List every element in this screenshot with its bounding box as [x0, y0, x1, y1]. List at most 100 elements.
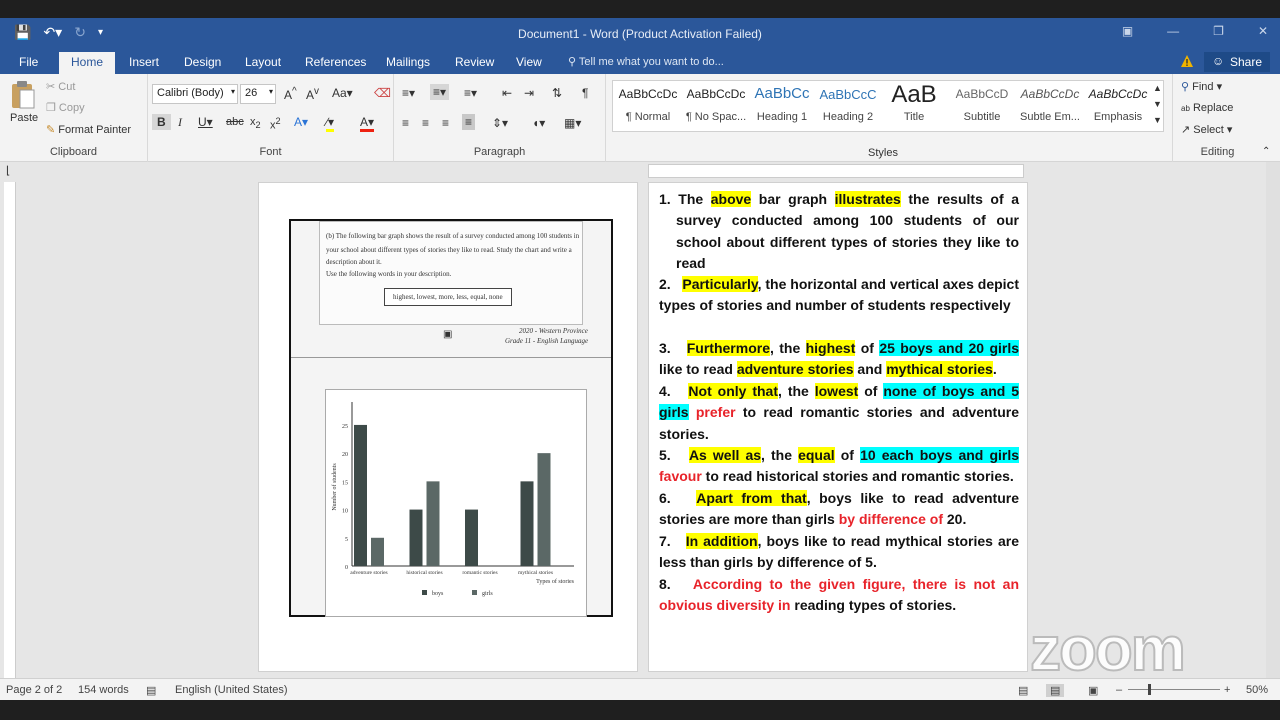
- styles-group-label: Styles: [868, 147, 898, 159]
- borders-icon[interactable]: ▦▾: [564, 116, 581, 130]
- zoom-slider-thumb[interactable]: [1148, 684, 1151, 695]
- style-title[interactable]: AaB Title: [881, 81, 947, 131]
- copy-button[interactable]: ❐ Copy: [46, 101, 85, 114]
- tab-layout[interactable]: Layout: [245, 55, 281, 69]
- text-effects-icon[interactable]: A▾: [294, 115, 308, 129]
- zoom-slider[interactable]: [1128, 689, 1220, 690]
- style-preview: AaBbCcD: [955, 87, 1009, 101]
- paste-label[interactable]: Paste: [10, 112, 38, 124]
- highlighted-word: above: [710, 191, 752, 207]
- minimize-icon[interactable]: —: [1167, 24, 1179, 38]
- highlight-icon[interactable]: ∕▾: [326, 115, 335, 132]
- numbering-icon[interactable]: ≡▾: [430, 84, 450, 100]
- styles-scroll-down-icon[interactable]: ▼: [1153, 99, 1162, 109]
- style-heading-1[interactable]: AaBbCc Heading 1: [749, 81, 815, 131]
- red-phrase: by difference of: [838, 511, 943, 528]
- highlighted-phrase: In addition: [685, 533, 758, 549]
- zoom-in-icon[interactable]: +: [1224, 684, 1230, 696]
- language[interactable]: English (United States): [175, 684, 288, 696]
- sort-icon[interactable]: ⇅: [552, 86, 562, 100]
- y-tick-label: 15: [342, 480, 348, 486]
- replace-button[interactable]: ab Replace: [1181, 102, 1233, 114]
- word-count[interactable]: 154 words: [78, 684, 129, 696]
- read-mode-icon[interactable]: ▤: [1018, 684, 1028, 697]
- tab-review[interactable]: Review: [455, 55, 494, 69]
- para-number: 1.: [659, 191, 671, 207]
- scanned-image[interactable]: (b) The following bar graph shows the re…: [289, 219, 613, 617]
- tab-view[interactable]: View: [516, 55, 542, 69]
- multilevel-list-icon[interactable]: ≡▾: [464, 86, 477, 100]
- page-2[interactable]: 1. The above bar graph illustrates the r…: [648, 182, 1028, 672]
- change-case-icon[interactable]: Aa▾: [332, 86, 353, 100]
- tab-selector-icon[interactable]: ⌊: [6, 164, 10, 177]
- page-1[interactable]: (b) The following bar graph shows the re…: [258, 182, 638, 672]
- align-right-icon[interactable]: ≡: [442, 116, 449, 130]
- share-button[interactable]: ☺ Share: [1203, 52, 1270, 72]
- tell-me-box[interactable]: ⚲ Tell me what you want to do...: [568, 55, 724, 68]
- style-normal[interactable]: AaBbCcDc ¶ Normal: [615, 81, 681, 131]
- italic-icon[interactable]: I: [178, 115, 182, 130]
- shrink-font-icon[interactable]: Av: [306, 86, 319, 102]
- show-formatting-icon[interactable]: ¶: [582, 86, 588, 100]
- strikethrough-icon[interactable]: abc: [226, 116, 244, 128]
- format-painter-button[interactable]: ✎ Format Painter: [46, 123, 131, 136]
- superscript-icon[interactable]: x2: [270, 116, 281, 132]
- underline-icon[interactable]: U▾: [198, 115, 213, 129]
- ribbon-display-icon[interactable]: ▣: [1122, 24, 1133, 38]
- zoom-out-icon[interactable]: –: [1116, 684, 1122, 696]
- page-count[interactable]: Page 2 of 2: [6, 684, 62, 696]
- tab-home[interactable]: Home: [59, 52, 116, 74]
- style-subtle-emphasis[interactable]: AaBbCcDc Subtle Em...: [1017, 81, 1083, 131]
- font-color-icon[interactable]: A▾: [360, 115, 375, 132]
- status-bar: Page 2 of 2 154 words ▤ English (United …: [0, 678, 1280, 700]
- style-emphasis[interactable]: AaBbCcDc Emphasis: [1085, 81, 1151, 131]
- web-layout-icon[interactable]: ▣: [1088, 684, 1098, 697]
- line-spacing-icon[interactable]: ⇕▾: [492, 116, 508, 130]
- tab-insert[interactable]: Insert: [129, 55, 159, 69]
- clear-formatting-icon[interactable]: ⌫: [374, 86, 391, 100]
- tab-design[interactable]: Design: [184, 55, 221, 69]
- format-painter-label: Format Painter: [58, 124, 132, 136]
- paste-icon[interactable]: [10, 80, 36, 110]
- red-word: prefer: [688, 404, 736, 421]
- x-tick-label: historical stories: [406, 570, 442, 576]
- collapse-ribbon-icon[interactable]: ⌃: [1262, 146, 1270, 157]
- print-layout-icon[interactable]: ▤: [1046, 684, 1065, 697]
- close-icon[interactable]: ✕: [1258, 24, 1268, 38]
- shading-icon[interactable]: ◖▾: [532, 116, 545, 130]
- grow-font-icon[interactable]: A^: [284, 86, 297, 102]
- x-axis-label: Types of stories: [536, 578, 575, 585]
- proofing-icon[interactable]: ▤: [146, 684, 156, 697]
- chevron-down-icon: ▾: [268, 87, 273, 96]
- essay-paragraph-4: 4. Not only that, the lowest of none of …: [659, 381, 1020, 445]
- style-subtitle[interactable]: AaBbCcD Subtitle: [949, 81, 1015, 131]
- tab-references[interactable]: References: [305, 55, 366, 69]
- justify-icon[interactable]: ≡: [462, 114, 476, 130]
- style-heading-2[interactable]: AaBbCcC Heading 2: [815, 81, 881, 131]
- restore-icon[interactable]: ❐: [1213, 24, 1224, 38]
- essay-paragraph-7: 7. In addition, boys like to read mythic…: [659, 531, 1019, 574]
- align-center-icon[interactable]: ≡: [422, 116, 429, 130]
- find-button[interactable]: ⚲ Find ▾: [1181, 80, 1222, 93]
- font-name-select[interactable]: Calibri (Body) ▾: [152, 84, 238, 104]
- decrease-indent-icon[interactable]: ⇤: [502, 86, 512, 100]
- vertical-scrollbar[interactable]: [1266, 162, 1280, 678]
- tab-mailings[interactable]: Mailings: [386, 55, 430, 69]
- vertical-ruler: [4, 182, 16, 678]
- select-button[interactable]: ↗ Select ▾: [1181, 123, 1232, 136]
- styles-more-icon[interactable]: ▼: [1153, 115, 1162, 125]
- align-left-icon[interactable]: ≡: [402, 116, 409, 130]
- zoom-level[interactable]: 50%: [1246, 684, 1268, 696]
- cut-button[interactable]: ✂ Cut: [46, 80, 75, 93]
- tab-file[interactable]: File: [19, 55, 38, 69]
- styles-scroll-up-icon[interactable]: ▲: [1153, 83, 1162, 93]
- style-no-spacing[interactable]: AaBbCcDc ¶ No Spac...: [683, 81, 749, 131]
- font-size-select[interactable]: 26 ▾: [240, 84, 276, 104]
- subscript-icon[interactable]: x2: [250, 116, 261, 130]
- text: and: [853, 361, 887, 378]
- chevron-down-icon: ▾: [230, 87, 235, 96]
- increase-indent-icon[interactable]: ⇥: [524, 86, 534, 100]
- bold-icon[interactable]: B: [152, 114, 171, 130]
- font-name-value: Calibri (Body): [157, 87, 224, 99]
- bullets-icon[interactable]: ≡▾: [402, 86, 415, 100]
